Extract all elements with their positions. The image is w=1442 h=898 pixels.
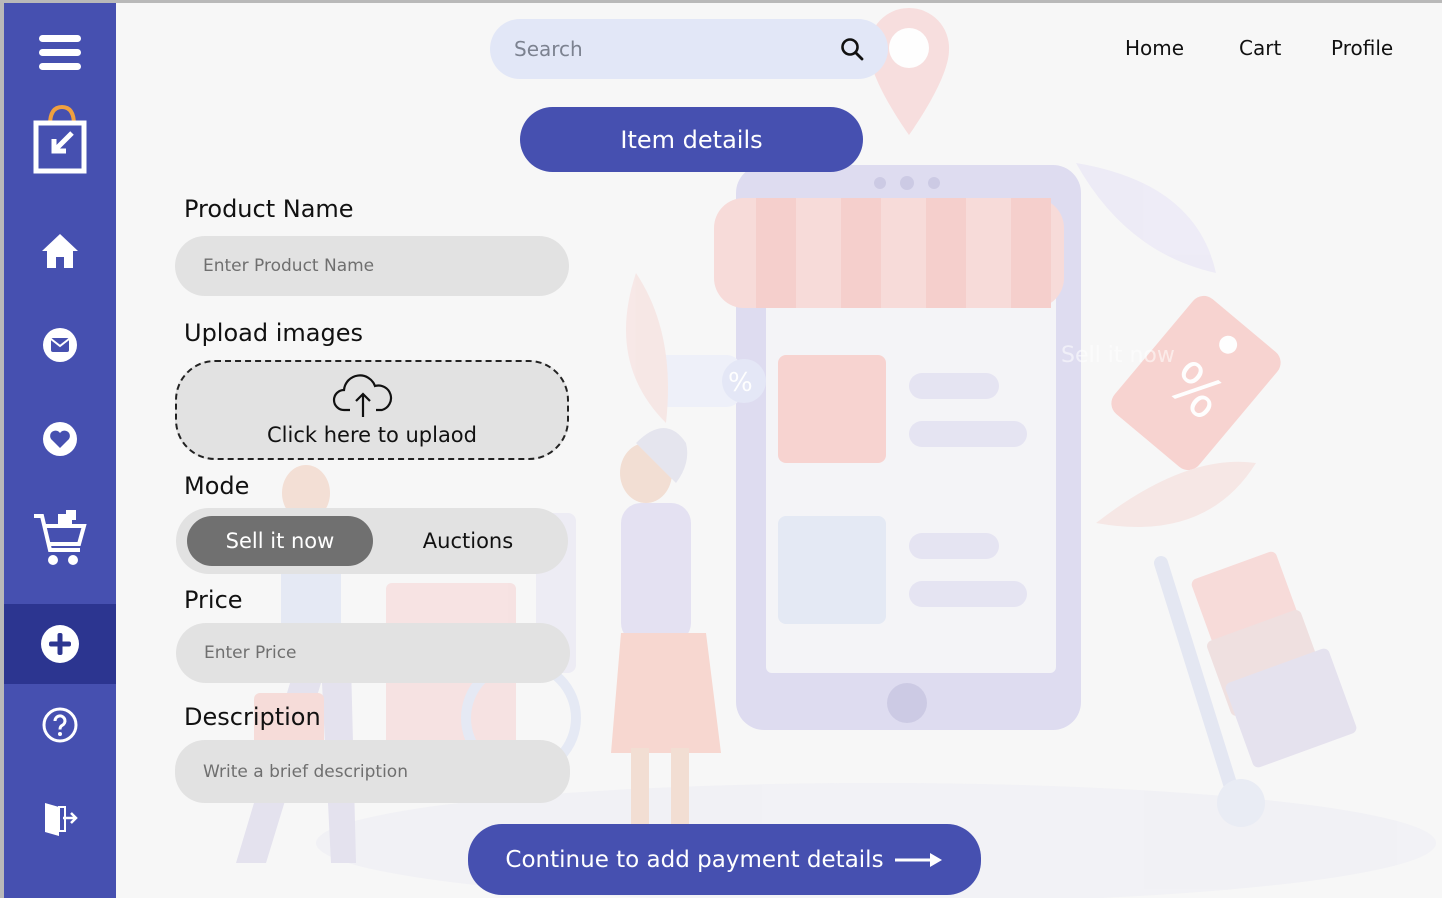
product-name-label: Product Name xyxy=(184,195,354,223)
home-icon xyxy=(40,231,80,271)
sidebar-item-messages[interactable] xyxy=(4,319,116,371)
illustration-overlay-text: Sell it now xyxy=(1061,343,1175,368)
nav-profile-link[interactable]: Profile xyxy=(1331,36,1393,60)
svg-text:%: % xyxy=(728,368,753,398)
plus-circle-icon xyxy=(40,624,80,664)
upload-instruction-text: Click here to uplaod xyxy=(267,423,477,447)
sidebar-item-help[interactable] xyxy=(4,699,116,751)
sidebar-logo[interactable] xyxy=(4,101,116,177)
search-input[interactable] xyxy=(514,37,824,61)
sidebar-item-add-item[interactable] xyxy=(4,604,116,684)
price-label: Price xyxy=(184,586,243,614)
question-icon xyxy=(42,707,78,743)
mode-option-auctions[interactable]: Auctions xyxy=(376,516,560,566)
mode-option-sell-it-now[interactable]: Sell it now xyxy=(187,516,373,566)
search-icon[interactable] xyxy=(840,37,864,65)
svg-text:%: % xyxy=(1154,349,1237,433)
mode-toggle: Sell it now Auctions xyxy=(176,508,568,574)
mail-icon xyxy=(42,327,78,363)
heart-icon xyxy=(42,421,78,457)
continue-payment-button[interactable]: Continue to add payment details xyxy=(468,824,981,895)
shopping-bag-logo-icon xyxy=(32,103,88,175)
sidebar xyxy=(4,3,116,898)
description-label: Description xyxy=(184,703,321,731)
exit-door-icon xyxy=(41,800,79,838)
sidebar-item-home[interactable] xyxy=(4,225,116,277)
cart-icon xyxy=(32,508,88,568)
app-frame: % % Sell it now Search Home Cart Profile… xyxy=(4,3,1442,898)
cloud-upload-icon xyxy=(332,372,394,424)
price-input[interactable] xyxy=(176,623,570,683)
sidebar-item-cart[interactable] xyxy=(4,503,116,573)
arrow-right-icon xyxy=(894,850,944,870)
item-details-header: Item details xyxy=(520,107,863,172)
sidebar-item-logout[interactable] xyxy=(4,793,116,845)
hamburger-menu-icon xyxy=(37,33,83,73)
continue-button-label: Continue to add payment details xyxy=(505,846,884,873)
upload-images-label: Upload images xyxy=(184,319,363,347)
description-input[interactable] xyxy=(175,740,570,803)
product-name-input[interactable] xyxy=(175,236,569,296)
sidebar-menu-button[interactable] xyxy=(4,25,116,81)
nav-cart-link[interactable]: Cart xyxy=(1239,36,1281,60)
nav-home-link[interactable]: Home xyxy=(1125,36,1184,60)
mode-label: Mode xyxy=(184,472,250,500)
image-upload-dropzone[interactable]: Click here to uplaod xyxy=(175,360,569,460)
sidebar-item-favorites[interactable] xyxy=(4,413,116,465)
search-bar xyxy=(490,19,888,79)
